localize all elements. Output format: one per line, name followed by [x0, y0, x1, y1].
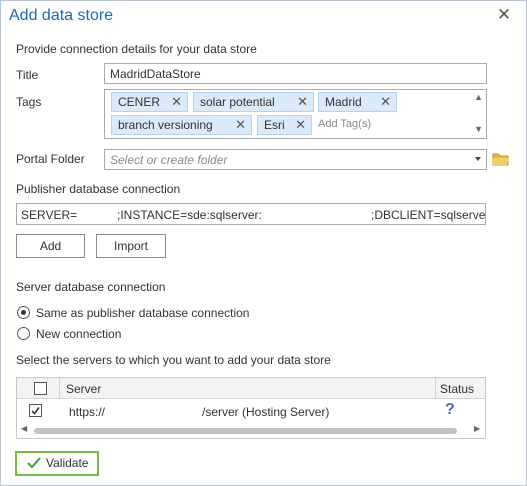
server-row-checkbox[interactable]	[29, 404, 42, 417]
tag-label: Madrid	[325, 95, 362, 109]
column-divider	[435, 378, 436, 399]
status-column-header[interactable]: Status	[440, 382, 474, 396]
portal-folder-select[interactable]: Select or create folder	[104, 149, 487, 170]
remove-tag-icon[interactable]: ✕	[235, 116, 246, 134]
new-connection-label[interactable]: New connection	[36, 327, 121, 341]
checkmark-icon	[31, 407, 40, 415]
connection-instance-segment: ;INSTANCE=sde:sqlserver:	[117, 208, 262, 222]
tags-label: Tags	[16, 95, 42, 109]
tag-label: Esri	[264, 118, 285, 132]
validate-label: Validate	[46, 456, 89, 470]
remove-tag-icon[interactable]: ✕	[295, 116, 306, 134]
tag-label: CENER	[118, 95, 161, 109]
server-connection-label: Server database connection	[16, 280, 166, 294]
horizontal-scrollbar[interactable]: ◀ ▶	[17, 423, 485, 438]
scroll-left-icon[interactable]: ◀	[21, 424, 27, 433]
validate-button[interactable]: Validate	[15, 451, 99, 476]
tag-chip: Madrid ✕	[318, 92, 397, 112]
close-icon[interactable]: ✕	[494, 5, 514, 25]
select-servers-label: Select the servers to which you want to …	[16, 353, 331, 367]
title-input[interactable]: MadridDataStore	[104, 63, 487, 84]
remove-tag-icon[interactable]: ✕	[171, 93, 182, 111]
select-all-checkbox[interactable]	[34, 382, 47, 395]
title-label: Title	[16, 68, 39, 82]
folder-icon[interactable]	[492, 152, 510, 166]
publisher-connection-label: Publisher database connection	[16, 182, 181, 196]
intro-text: Provide connection details for your data…	[16, 42, 257, 56]
remove-tag-icon[interactable]: ✕	[380, 93, 391, 111]
portal-folder-label: Portal Folder	[16, 152, 85, 166]
servers-table: Server Status https:// /server (Hosting …	[16, 377, 486, 439]
dialog-title: Add data store	[9, 7, 114, 24]
scroll-right-icon[interactable]: ▶	[474, 424, 480, 433]
add-tag-placeholder[interactable]: Add Tag(s)	[318, 118, 371, 130]
server-url-start[interactable]: https://	[69, 405, 105, 419]
scrollbar-thumb[interactable]	[34, 428, 457, 434]
same-as-publisher-radio[interactable]	[17, 306, 30, 319]
chevron-down-icon[interactable]	[475, 157, 481, 161]
tag-chip: solar potential ✕	[193, 92, 314, 112]
server-column-header[interactable]: Server	[66, 382, 101, 396]
new-connection-radio[interactable]	[17, 327, 30, 340]
import-button[interactable]: Import	[96, 234, 166, 258]
column-divider	[59, 378, 60, 399]
connection-server-segment: SERVER=	[21, 208, 78, 222]
tag-chip: Esri ✕	[257, 115, 312, 135]
tag-label: branch versioning	[118, 118, 213, 132]
scroll-down-icon[interactable]: ▼	[474, 124, 483, 134]
same-as-publisher-label[interactable]: Same as publisher database connection	[36, 306, 249, 320]
publisher-connection-input[interactable]: SERVER= ;INSTANCE=sde:sqlserver: ;DBCLIE…	[16, 203, 486, 225]
tags-input[interactable]: CENER ✕ solar potential ✕ Madrid ✕ branc…	[104, 89, 487, 139]
status-unknown-icon: ?	[445, 401, 455, 418]
tag-label: solar potential	[200, 95, 275, 109]
server-url-end[interactable]: /server (Hosting Server)	[202, 405, 329, 419]
connection-dbclient-segment: ;DBCLIENT=sqlserver;	[371, 208, 486, 222]
tag-chip: branch versioning ✕	[111, 115, 252, 135]
checkmark-icon	[27, 457, 41, 469]
portal-folder-placeholder: Select or create folder	[110, 153, 228, 167]
scroll-up-icon[interactable]: ▲	[474, 92, 483, 102]
remove-tag-icon[interactable]: ✕	[297, 93, 308, 111]
tag-chip: CENER ✕	[111, 92, 188, 112]
table-header: Server Status	[17, 378, 485, 399]
add-button[interactable]: Add	[16, 234, 85, 258]
